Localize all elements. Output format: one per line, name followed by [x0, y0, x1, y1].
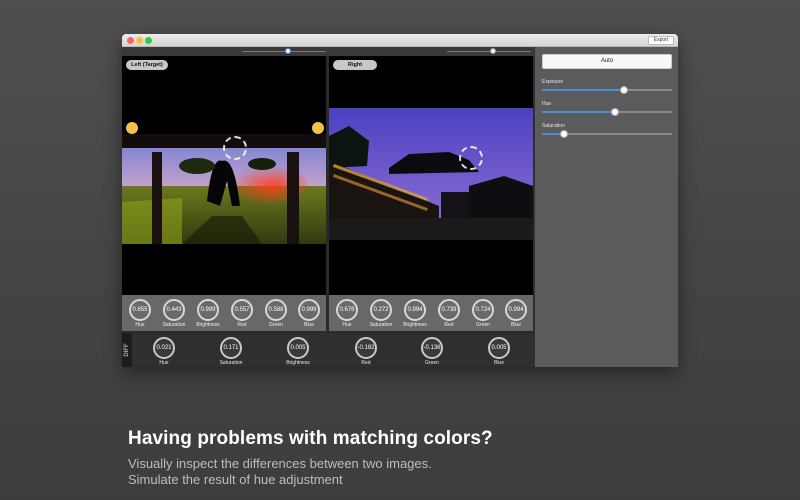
dial-value: 0.557 — [231, 299, 253, 321]
dial-value: 0.999 — [298, 299, 320, 321]
dial-label: Hue — [342, 322, 352, 328]
dial-value: 0.994 — [505, 299, 527, 321]
right-dial-blue: 0.994 Blue — [501, 299, 531, 328]
zoom-strip — [122, 47, 534, 56]
title-bar: Export — [122, 34, 678, 47]
hue-slider-fill — [542, 111, 615, 113]
exposure-slider-fill — [542, 89, 624, 91]
right-pane-label: Right — [333, 60, 377, 70]
left-dial-hue: 0.655 Hue — [125, 299, 155, 328]
marketing-line-2: Simulate the result of hue adjustment — [128, 472, 343, 487]
diff-bar: DIFF 0.021 Hue 0.171 Saturation 0.005 Brigh… — [122, 333, 533, 367]
hue-label: Hue — [542, 101, 552, 107]
auto-button[interactable]: Auto — [542, 54, 672, 69]
dial-label: Saturation — [162, 322, 186, 328]
dial-value: 0.999 — [197, 299, 219, 321]
dial-value: 0.588 — [265, 299, 287, 321]
right-image-pane[interactable]: Right — [329, 56, 533, 295]
left-pane-label: Left (Target) — [126, 60, 168, 70]
dial-label: Green — [476, 322, 490, 328]
left-zoom-slider-track[interactable] — [242, 51, 326, 52]
diff-label: Brightness — [286, 360, 310, 366]
diff-tag-label: DIFF — [124, 343, 130, 357]
diff-value: 0.021 — [153, 337, 175, 359]
diff-value: 0.171 — [220, 337, 242, 359]
saturation-slider[interactable] — [542, 130, 672, 138]
hue-slider[interactable] — [542, 108, 672, 116]
dial-label: Green — [269, 322, 283, 328]
dial-label: Saturation — [369, 322, 393, 328]
diff-label: Saturation — [219, 360, 243, 366]
diff-dial-blue: 0.005 Blue — [479, 337, 519, 366]
marketing-headline: Having problems with matching colors? — [128, 428, 493, 449]
diff-label: Hue — [159, 360, 169, 366]
left-dial-blue: 0.999 Blue — [294, 299, 324, 328]
left-sample-ring[interactable] — [223, 136, 247, 160]
dial-label: Brightness — [403, 322, 427, 328]
hue-slider-knob[interactable] — [610, 108, 619, 116]
left-dial-saturation: 0.443 Saturation — [159, 299, 189, 328]
diff-value: -0.182 — [355, 337, 377, 359]
exposure-slider[interactable] — [542, 86, 672, 94]
adjustment-sidebar: Auto Exposure Hue Saturation — [534, 47, 678, 367]
left-color-metrics: 0.655 Hue 0.443 Saturation 0.999 Brightness… — [122, 295, 326, 331]
minimize-window-button[interactable] — [136, 37, 143, 44]
saturation-label: Saturation — [542, 123, 565, 129]
dial-label: Blue — [510, 322, 521, 328]
app-window: Export Left (Target) Right 0.655 Hue 0.4… — [122, 34, 678, 367]
dial-value: 0.676 — [336, 299, 358, 321]
diff-dial-saturation: 0.171 Saturation — [211, 337, 251, 366]
export-button[interactable]: Export — [648, 36, 674, 45]
diff-value: 0.005 — [488, 337, 510, 359]
left-image-pane[interactable]: Left (Target) — [122, 56, 326, 295]
diff-value: 0.005 — [287, 337, 309, 359]
dial-value: 0.724 — [472, 299, 494, 321]
dial-label: Hue — [135, 322, 145, 328]
dial-label: Brightness — [196, 322, 220, 328]
diff-tag: DIFF — [122, 333, 132, 367]
left-zoom-slider-knob[interactable] — [285, 48, 291, 54]
right-zoom-slider-knob[interactable] — [490, 48, 496, 54]
diff-dial-brightness: 0.005 Brightness — [278, 337, 318, 366]
right-sample-ring[interactable] — [459, 146, 483, 170]
dial-value: 0.272 — [370, 299, 392, 321]
right-color-metrics: 0.676 Hue 0.272 Saturation 0.994 Brightness… — [329, 295, 533, 331]
marketing-line-1: Visually inspect the differences between… — [128, 456, 432, 471]
diff-label: Red — [361, 360, 371, 366]
dial-label: Red — [237, 322, 247, 328]
zoom-window-button[interactable] — [145, 37, 152, 44]
right-photo — [329, 56, 533, 295]
right-dial-saturation: 0.272 Saturation — [366, 299, 396, 328]
dial-label: Blue — [303, 322, 314, 328]
dial-value: 0.443 — [163, 299, 185, 321]
saturation-slider-knob[interactable] — [560, 130, 569, 138]
left-dial-green: 0.588 Green — [261, 299, 291, 328]
dial-value: 0.655 — [129, 299, 151, 321]
exposure-slider-knob[interactable] — [619, 86, 628, 94]
diff-value: -0.136 — [421, 337, 443, 359]
left-photo — [122, 56, 326, 295]
diff-dial-green: -0.136 Green — [412, 337, 452, 366]
close-window-button[interactable] — [127, 37, 134, 44]
left-dial-red: 0.557 Red — [227, 299, 257, 328]
right-dial-red: 0.739 Red — [434, 299, 464, 328]
dial-value: 0.739 — [438, 299, 460, 321]
right-zoom-slider-track[interactable] — [447, 51, 531, 52]
right-dial-hue: 0.676 Hue — [332, 299, 362, 328]
dial-value: 0.994 — [404, 299, 426, 321]
diff-dial-red: -0.182 Red — [346, 337, 386, 366]
exposure-label: Exposure — [542, 79, 564, 85]
diff-label: Green — [425, 360, 439, 366]
diff-label: Blue — [493, 360, 504, 366]
dial-label: Red — [444, 322, 454, 328]
left-dial-brightness: 0.999 Brightness — [193, 299, 223, 328]
right-dial-brightness: 0.994 Brightness — [400, 299, 430, 328]
right-dial-green: 0.724 Green — [468, 299, 498, 328]
diff-dial-hue: 0.021 Hue — [144, 337, 184, 366]
